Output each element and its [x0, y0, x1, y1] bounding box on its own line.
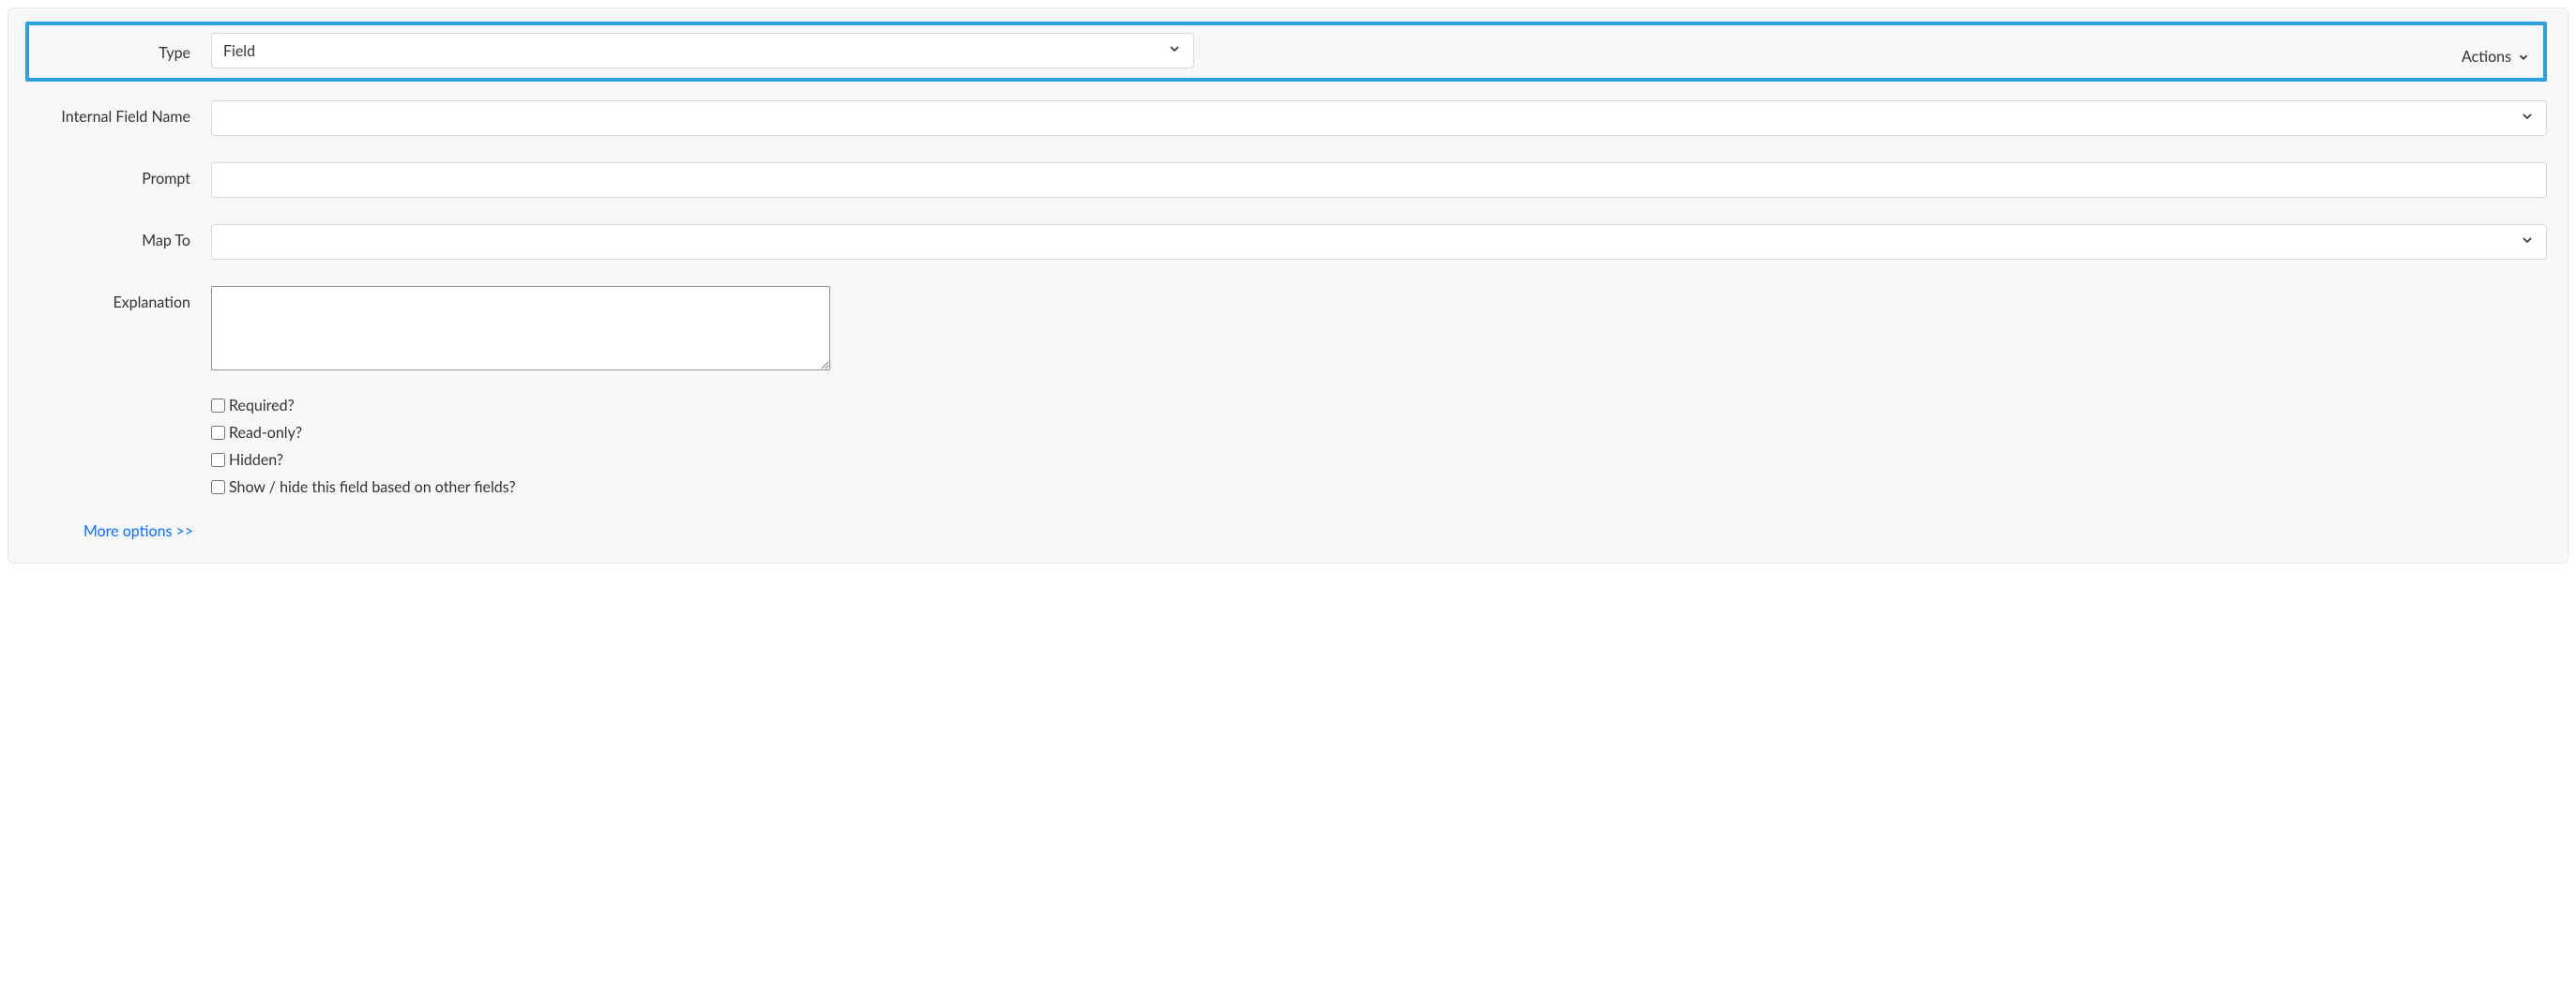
conditional-label: Show / hide this field based on other fi… [229, 478, 516, 496]
chevron-down-icon [1167, 41, 1182, 60]
required-checkbox-item[interactable]: Required? [211, 397, 516, 414]
checkbox-list: Required? Read-only? Hidden? Show / hide… [211, 397, 516, 496]
explanation-row: Explanation [29, 286, 2547, 370]
map-to-select[interactable] [211, 224, 2547, 260]
prompt-row: Prompt [29, 162, 2547, 198]
internal-field-name-row: Internal Field Name [29, 100, 2547, 136]
more-options-link[interactable]: More options >> [83, 522, 193, 540]
conditional-checkbox[interactable] [211, 480, 225, 494]
map-to-label: Map To [29, 224, 211, 249]
type-row-highlight: Type Field [25, 22, 2547, 82]
chevron-down-icon [2517, 51, 2530, 64]
required-label: Required? [229, 397, 295, 414]
conditional-checkbox-item[interactable]: Show / hide this field based on other fi… [211, 478, 516, 496]
type-label: Type [37, 40, 211, 62]
readonly-checkbox-item[interactable]: Read-only? [211, 424, 516, 442]
type-select[interactable]: Field [211, 33, 1194, 68]
actions-menu[interactable]: Actions [2462, 48, 2530, 66]
explanation-textarea[interactable] [211, 286, 830, 370]
hidden-checkbox-item[interactable]: Hidden? [211, 451, 516, 469]
chevron-down-icon [2520, 109, 2535, 128]
hidden-checkbox[interactable] [211, 453, 225, 467]
chevron-down-icon [2520, 233, 2535, 251]
explanation-label: Explanation [29, 286, 211, 311]
field-editor-panel: Actions Type Field Internal Field Name [8, 8, 2568, 564]
actions-label: Actions [2462, 48, 2511, 66]
map-to-row: Map To [29, 224, 2547, 260]
required-checkbox[interactable] [211, 399, 225, 413]
hidden-label: Hidden? [229, 451, 283, 469]
readonly-label: Read-only? [229, 424, 302, 442]
readonly-checkbox[interactable] [211, 426, 225, 440]
prompt-input[interactable] [211, 162, 2547, 198]
prompt-label: Prompt [29, 162, 211, 188]
internal-field-name-select[interactable] [211, 100, 2547, 136]
internal-field-name-label: Internal Field Name [29, 100, 211, 126]
checkbox-row: Required? Read-only? Hidden? Show / hide… [29, 397, 2547, 496]
type-select-value: Field [223, 42, 255, 60]
